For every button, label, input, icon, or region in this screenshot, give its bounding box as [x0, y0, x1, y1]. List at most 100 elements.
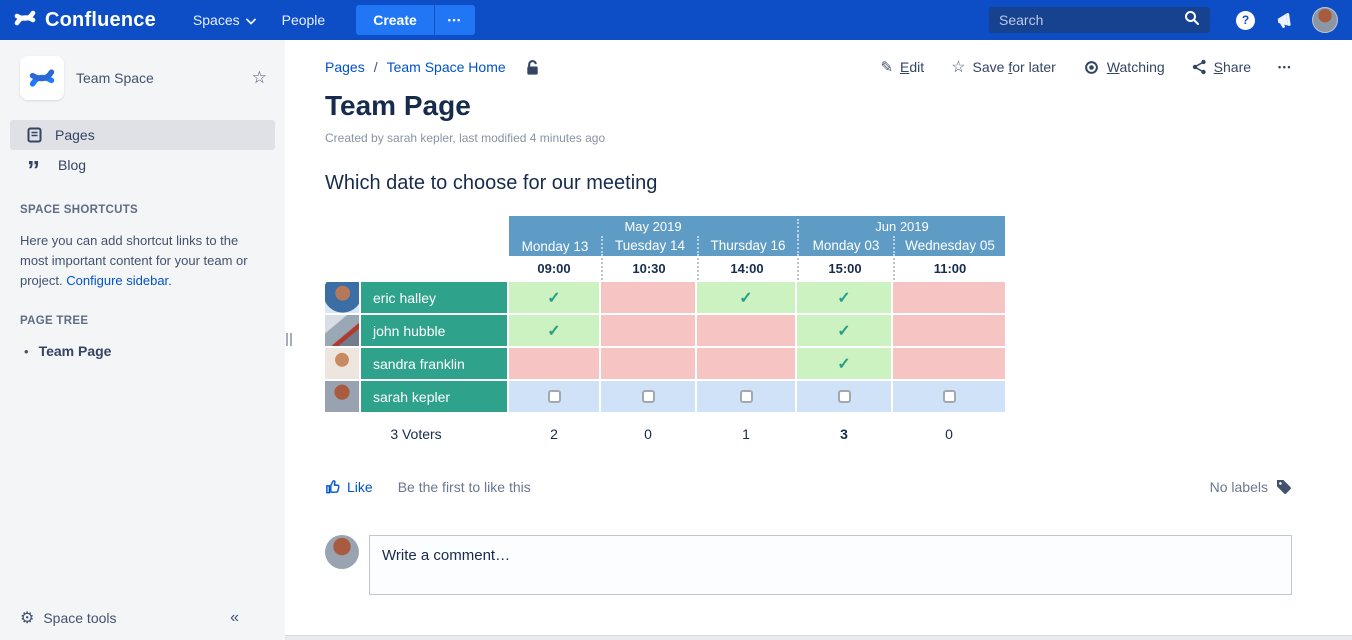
- vote-checkbox[interactable]: [740, 390, 753, 403]
- like-button[interactable]: Like: [325, 479, 373, 495]
- vote-cell: [601, 348, 695, 379]
- vote-cell[interactable]: [893, 381, 1005, 412]
- configure-sidebar-link[interactable]: Configure sidebar.: [66, 271, 172, 291]
- sidebar-item-pages[interactable]: Pages: [10, 120, 275, 150]
- vote-total: 1: [697, 420, 795, 442]
- announcement-button[interactable]: [1275, 11, 1294, 30]
- vote-checkbox[interactable]: [943, 390, 956, 403]
- pencil-icon: ✎: [880, 58, 893, 76]
- day-header: Monday 03: [797, 236, 893, 256]
- page-tree: Team Page: [24, 343, 265, 359]
- vote-cell: ✓: [797, 348, 891, 379]
- pages-icon: [27, 127, 42, 143]
- page-byline: Created by sarah kepler, last modified 4…: [325, 131, 1292, 145]
- help-button[interactable]: ?: [1236, 11, 1255, 30]
- participant-name: sandra franklin: [361, 348, 507, 379]
- search-box[interactable]: [989, 7, 1210, 33]
- edit-button[interactable]: ✎ Edit: [880, 58, 924, 76]
- comment-section: Write a comment…: [325, 535, 1292, 595]
- space-header: Team Space ☆: [0, 40, 285, 114]
- vote-cell[interactable]: [601, 381, 695, 412]
- spaces-menu[interactable]: Spaces: [193, 12, 256, 28]
- breadcrumb-separator: /: [374, 59, 378, 75]
- vote-total: 2: [509, 420, 599, 442]
- vote-cell: [893, 348, 1005, 379]
- vote-total: 0: [601, 420, 695, 442]
- sidebar-item-blog[interactable]: ” Blog: [10, 150, 275, 180]
- no-labels-text: No labels: [1210, 479, 1268, 495]
- time-header: 09:00: [509, 258, 599, 280]
- vote-cell[interactable]: [697, 381, 795, 412]
- avatar: [325, 348, 359, 379]
- create-button[interactable]: Create: [356, 5, 434, 35]
- main-content: Pages / Team Space Home ✎ Edit ☆ Save: [285, 40, 1352, 640]
- breadcrumb-home-link[interactable]: Team Space Home: [387, 59, 506, 75]
- chevron-down-icon: [246, 12, 256, 28]
- watching-button[interactable]: Watching: [1083, 59, 1165, 75]
- vote-cell[interactable]: [509, 381, 599, 412]
- people-menu[interactable]: People: [282, 12, 326, 28]
- eye-icon: [1083, 61, 1100, 74]
- sidebar-item-label: Pages: [55, 127, 95, 143]
- people-menu-label: People: [282, 12, 326, 28]
- search-icon[interactable]: [1184, 10, 1200, 31]
- gear-icon: ⚙: [20, 608, 34, 628]
- vote-cell[interactable]: [797, 381, 891, 412]
- unrestricted-unlock-icon[interactable]: [524, 59, 541, 76]
- space-logo[interactable]: [20, 56, 64, 100]
- like-label: Like: [347, 479, 373, 495]
- labels-button[interactable]: No labels: [1210, 478, 1292, 495]
- vote-cell: [601, 282, 695, 313]
- brand-name: Confluence: [45, 9, 156, 32]
- sidebar-resize-handle[interactable]: [286, 333, 292, 346]
- month-header: May 2019: [509, 219, 797, 236]
- poll-totals-row: 3 Voters 2 0 1 3 0: [325, 420, 1292, 442]
- time-header: 10:30: [601, 258, 695, 280]
- space-name[interactable]: Team Space: [76, 70, 252, 86]
- vote-checkbox[interactable]: [548, 390, 561, 403]
- vote-cell: ✓: [697, 282, 795, 313]
- share-icon: [1192, 59, 1207, 75]
- vote-cell: [893, 315, 1005, 346]
- user-avatar[interactable]: [1312, 7, 1338, 33]
- day-header: Wednesday 05: [893, 236, 1005, 256]
- space-shortcuts-text: Here you can add shortcut links to the m…: [20, 231, 262, 291]
- check-icon: ✓: [837, 288, 850, 308]
- confluence-logo-icon: [14, 7, 36, 34]
- check-icon: ✓: [547, 321, 560, 341]
- time-header: 11:00: [893, 258, 1005, 280]
- top-navbar: Confluence Spaces People Create ••• ?: [0, 0, 1352, 40]
- page-more-button[interactable]: •••: [1278, 62, 1292, 72]
- check-icon: ✓: [739, 288, 752, 308]
- breadcrumb-pages-link[interactable]: Pages: [325, 59, 365, 75]
- confluence-brand[interactable]: Confluence: [14, 7, 156, 34]
- horizontal-scrollbar[interactable]: [285, 635, 1352, 640]
- search-input[interactable]: [999, 12, 1184, 28]
- save-for-later-button[interactable]: ☆ Save for later: [951, 57, 1056, 77]
- blog-quote-icon: ”: [27, 165, 45, 175]
- date-poll-table: May 2019 Jun 2019 Monday 13 Tuesday 14 T…: [325, 216, 1292, 442]
- vote-cell: [601, 315, 695, 346]
- vote-total: 0: [893, 420, 1005, 442]
- share-button[interactable]: Share: [1192, 59, 1251, 75]
- comment-input[interactable]: Write a comment…: [369, 535, 1292, 595]
- space-tools-button[interactable]: ⚙ Space tools «: [0, 596, 285, 640]
- poll-header: May 2019 Jun 2019 Monday 13 Tuesday 14 T…: [509, 216, 1005, 256]
- collapse-sidebar-button[interactable]: «: [230, 609, 239, 627]
- breadcrumb: Pages / Team Space Home: [325, 59, 541, 76]
- create-more-button[interactable]: •••: [434, 5, 475, 35]
- tag-icon: [1275, 478, 1292, 495]
- time-header: 15:00: [797, 258, 891, 280]
- vote-checkbox[interactable]: [642, 390, 655, 403]
- page-tree-item-team-page[interactable]: Team Page: [24, 343, 265, 359]
- poll-heading: Which date to choose for our meeting: [325, 172, 1292, 195]
- participant-name: john hubble: [361, 315, 507, 346]
- avatar: [325, 282, 359, 313]
- check-icon: ✓: [837, 354, 850, 374]
- page-tree-heading: PAGE TREE: [20, 315, 265, 327]
- favorite-space-star-icon[interactable]: ☆: [252, 68, 267, 88]
- voters-count-label: 3 Voters: [325, 420, 507, 442]
- avatar: [325, 315, 359, 346]
- day-header: Monday 13: [509, 239, 601, 254]
- vote-checkbox[interactable]: [838, 390, 851, 403]
